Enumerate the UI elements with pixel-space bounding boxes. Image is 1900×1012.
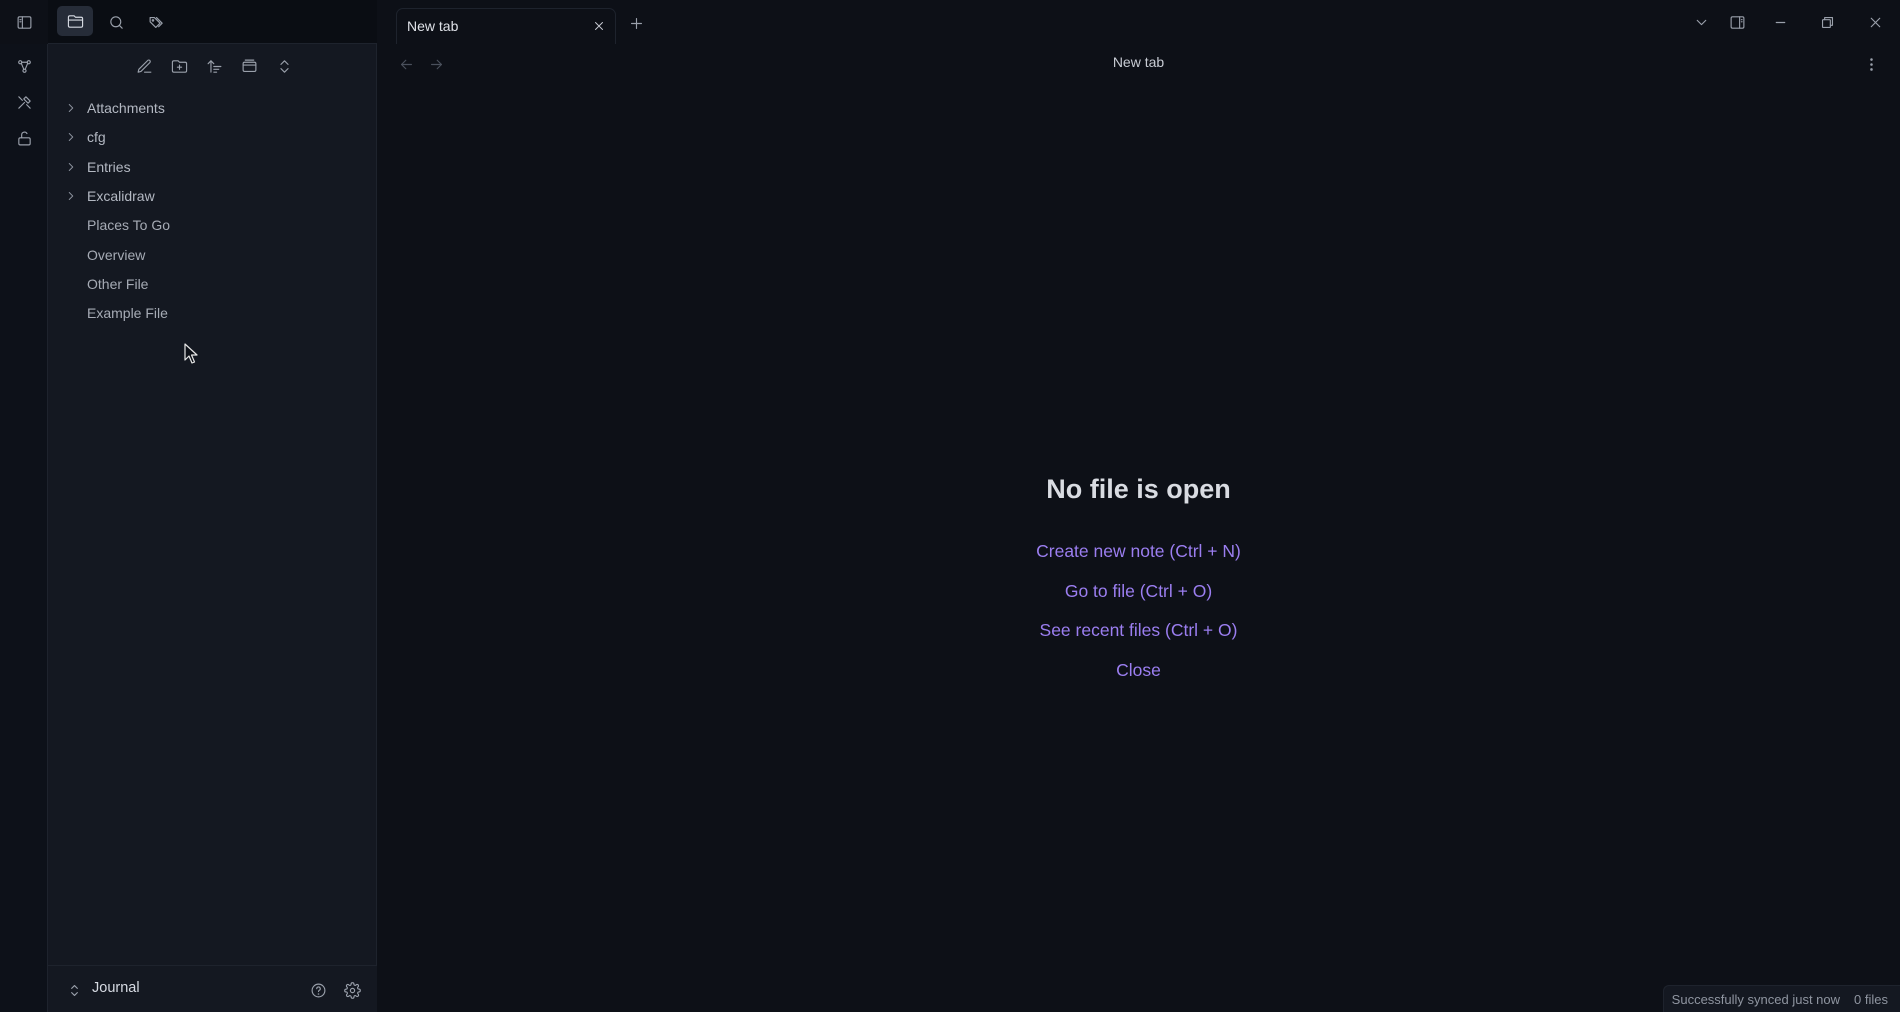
tree-item-label: Entries bbox=[87, 158, 131, 175]
expand-collapse-icon[interactable] bbox=[270, 52, 298, 80]
tags-icon[interactable] bbox=[142, 8, 170, 36]
tree-item-label: Places To Go bbox=[87, 217, 171, 234]
tree-file[interactable]: Example File bbox=[58, 300, 368, 326]
sidebar-header bbox=[48, 0, 377, 44]
left-ribbon bbox=[0, 44, 48, 1012]
file-count: 0 files bbox=[1854, 991, 1888, 1007]
empty-state-title: No file is open bbox=[1046, 474, 1231, 504]
tab-close-icon[interactable] bbox=[589, 16, 609, 36]
tree-item-label: Other File bbox=[87, 275, 149, 292]
chevron-right-icon[interactable] bbox=[64, 189, 78, 203]
tree-item-label: Excalidraw bbox=[87, 187, 155, 204]
sidebar-footer: Journal bbox=[48, 965, 377, 1012]
chevron-down-icon[interactable] bbox=[1687, 8, 1715, 36]
go-to-file-link[interactable]: Go to file (Ctrl + O) bbox=[377, 581, 1900, 602]
close-link[interactable]: Close bbox=[377, 660, 1900, 681]
lock-icon[interactable] bbox=[10, 124, 38, 152]
chevron-right-icon[interactable] bbox=[64, 160, 78, 174]
close-icon[interactable] bbox=[1861, 8, 1889, 36]
minimize-icon[interactable] bbox=[1766, 8, 1794, 36]
tab-title: New tab bbox=[407, 18, 459, 34]
vault-name[interactable]: Journal bbox=[92, 980, 140, 996]
tree-folder[interactable]: Entries bbox=[58, 154, 368, 180]
chevron-right-icon[interactable] bbox=[64, 130, 78, 144]
status-bar: Successfully synced just now 0 files bbox=[1662, 985, 1900, 1012]
folder-icon[interactable] bbox=[57, 6, 93, 36]
new-folder-icon[interactable] bbox=[165, 52, 193, 80]
tree-item-label: Attachments bbox=[87, 100, 165, 116]
tree-file[interactable]: Places To Go bbox=[58, 212, 368, 238]
tree-item-label: Example File bbox=[87, 305, 168, 322]
tree-file[interactable]: Other File bbox=[58, 271, 368, 297]
view-header-title: New tab bbox=[1112, 54, 1165, 70]
excalidraw-icon[interactable] bbox=[10, 88, 38, 116]
collapse-view-icon[interactable] bbox=[235, 52, 263, 80]
restore-icon[interactable] bbox=[1813, 8, 1841, 36]
sync-status[interactable]: Successfully synced just now bbox=[1672, 992, 1840, 1007]
more-options-icon[interactable] bbox=[1857, 50, 1885, 78]
tree-folder[interactable]: Attachments bbox=[58, 95, 368, 121]
tree-folder[interactable]: cfg bbox=[58, 124, 368, 150]
new-tab-plus-icon[interactable] bbox=[622, 9, 650, 37]
sort-icon[interactable] bbox=[200, 52, 228, 80]
chevron-right-icon[interactable] bbox=[64, 101, 78, 115]
app-window: Journal Attachments cfg Entries Excalidraw P… bbox=[0, 0, 1900, 1012]
sidebar-toggle-icon[interactable] bbox=[10, 8, 38, 36]
see-recent-files-link[interactable]: See recent files (Ctrl + O) bbox=[377, 620, 1900, 641]
search-icon[interactable] bbox=[102, 8, 130, 36]
tree-item-label: Overview bbox=[87, 246, 146, 263]
right-sidebar-icon[interactable] bbox=[1723, 8, 1751, 36]
help-icon[interactable] bbox=[304, 976, 332, 1004]
new-note-icon[interactable] bbox=[130, 52, 158, 80]
mouse-cursor-icon bbox=[184, 343, 198, 364]
graph-icon[interactable] bbox=[10, 52, 38, 80]
create-new-note-link[interactable]: Create new note (Ctrl + N) bbox=[377, 541, 1900, 562]
settings-gear-icon[interactable] bbox=[338, 976, 366, 1004]
tab-new-tab[interactable]: New tab bbox=[396, 8, 616, 44]
tree-item-label: cfg bbox=[87, 129, 106, 146]
tree-folder[interactable]: Excalidraw bbox=[58, 183, 368, 209]
vault-switcher-icon[interactable] bbox=[60, 976, 88, 1004]
tree-file[interactable]: Overview bbox=[58, 242, 368, 268]
file-explorer-sidebar: Journal bbox=[48, 0, 377, 1012]
main-editor-area: New tab No file is open Create new note … bbox=[377, 44, 1900, 1012]
